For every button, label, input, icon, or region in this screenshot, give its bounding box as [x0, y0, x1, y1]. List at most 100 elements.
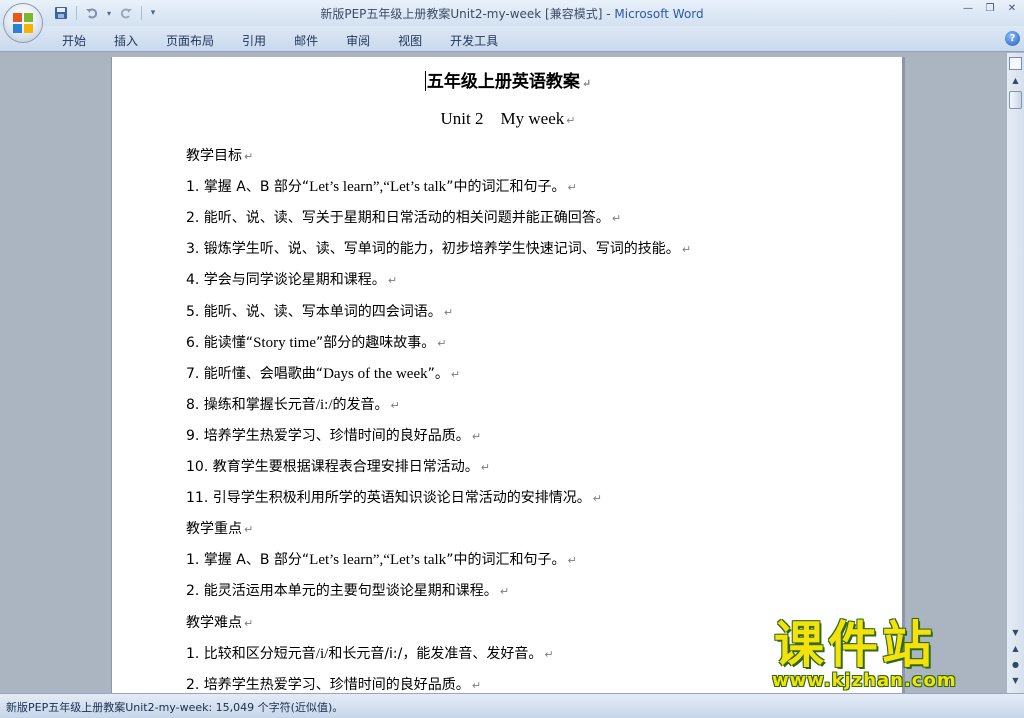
restore-icon[interactable]: ❐: [982, 2, 998, 16]
paragraph-mark-icon: ↵: [567, 181, 577, 194]
view-ruler-icon[interactable]: [1009, 57, 1022, 70]
line-text-pre: 3. 锻炼学生听、说、读、写单词的能力，初步培养学生快速记词、写词的技能。: [186, 241, 680, 257]
paragraph-mark-icon: ↵: [244, 150, 254, 163]
line-text-pre: 1. 掌握 A、B 部分“: [186, 552, 310, 568]
title-bar: ▾ ▾ 新版PEP五年级上册教案Unit2-my-week [兼容模式] - M…: [0, 0, 1024, 26]
line-text-pre: 5. 能听、说、读、写本单词的四会词语。: [186, 304, 442, 320]
line-text-en: /i/: [315, 646, 329, 662]
document-line: 9. 培养学生热爱学习、珍惜时间的良好品质。 ↵: [186, 425, 481, 445]
line-text-post: ”部分的趣味故事。: [315, 335, 436, 351]
document-line: 11. 引导学生积极利用所学的英语知识谈论日常活动的安排情况。 ↵: [186, 487, 602, 507]
line-text-pre: 10. 教育学生要根据课程表合理安排日常活动。: [186, 459, 479, 475]
line-text-pre: 4. 学会与同学谈论星期和课程。: [186, 272, 386, 288]
scroll-thumb[interactable]: [1009, 91, 1022, 109]
scroll-down-icon[interactable]: ▼: [1009, 627, 1022, 639]
app-name: Microsoft Word: [614, 7, 704, 21]
vertical-scrollbar[interactable]: ▲ ▼ ▲ ● ▼: [1006, 53, 1024, 693]
document-line: 2. 能听、说、读、写关于星期和日常活动的相关问题并能正确回答。 ↵: [186, 207, 621, 227]
office-logo-icon: [13, 13, 33, 33]
help-icon[interactable]: ?: [1005, 31, 1020, 46]
status-text: 新版PEP五年级上册教案Unit2-my-week: 15,049 个字符(近似…: [6, 701, 344, 714]
paragraph-mark-icon: ↵: [581, 77, 592, 90]
paragraph-mark-icon: ↵: [244, 523, 254, 536]
document-line: 教学重点 ↵: [186, 518, 253, 538]
paragraph-mark-icon: ↵: [566, 115, 576, 127]
document-line: 1. 掌握 A、B 部分“Let’s learn”,“Let’s talk”中的…: [186, 176, 577, 196]
document-line: 1. 掌握 A、B 部分“Let’s learn”,“Let’s talk”中的…: [186, 549, 577, 569]
paragraph-mark-icon: ↵: [592, 492, 602, 505]
line-text-en: Days of the week: [323, 366, 428, 382]
paragraph-mark-icon: ↵: [499, 585, 510, 598]
text-cursor: [424, 71, 426, 91]
ribbon-tabs: 开始 插入 页面布局 引用 邮件 审阅 视图 开发工具: [48, 30, 512, 51]
line-text-pre: 教学难点: [186, 615, 242, 631]
document-workspace: 五年级上册英语教案 ↵ Unit 2 My week ↵ 教学目标 ↵ 1. 掌握 A、…: [0, 53, 1006, 693]
line-text-pre: 1. 掌握 A、B 部分“: [186, 179, 310, 195]
line-text-post: ”中的词汇和句子。: [446, 552, 566, 568]
tab-page-layout[interactable]: 页面布局: [152, 30, 228, 51]
status-bar: 新版PEP五年级上册教案Unit2-my-week: 15,049 个字符(近似…: [0, 693, 1024, 718]
line-text-pre: 2. 培养学生热爱学习、珍惜时间的良好品质。: [186, 677, 470, 693]
paragraph-mark-icon: ↵: [544, 648, 554, 661]
document-name: 新版PEP五年级上册教案Unit2-my-week [兼容模式] -: [320, 7, 615, 21]
document-line: 6. 能读懂“Story time”部分的趣味故事。 ↵: [186, 332, 446, 352]
line-text-en: /i:/: [315, 397, 333, 413]
tab-mailings[interactable]: 邮件: [280, 30, 332, 51]
line-text-pre: 教学目标: [186, 148, 242, 164]
document-line: 8. 操练和掌握长元音/i:/的发音。 ↵: [186, 394, 400, 414]
line-text-en: Let’s learn”,“Let’s talk: [309, 552, 447, 568]
minimize-icon[interactable]: —: [960, 2, 976, 16]
watermark-logo: 课件站: [774, 616, 936, 674]
tab-home[interactable]: 开始: [48, 30, 100, 51]
line-text-post: 的发音。: [332, 397, 389, 413]
tab-view[interactable]: 视图: [384, 30, 436, 51]
document-line: 10. 教育学生要根据课程表合理安排日常活动。 ↵: [186, 456, 490, 476]
document-page[interactable]: 五年级上册英语教案 ↵ Unit 2 My week ↵ 教学目标 ↵ 1. 掌握 A、…: [111, 57, 903, 693]
line-text-post: 和长元音/i:/，能发准音、发好音。: [328, 646, 543, 662]
tab-references[interactable]: 引用: [228, 30, 280, 51]
paragraph-mark-icon: ↵: [437, 337, 447, 350]
line-text-pre: 2. 能听、说、读、写关于星期和日常活动的相关问题并能正确回答。: [186, 210, 610, 226]
tab-developer[interactable]: 开发工具: [436, 30, 512, 51]
close-icon[interactable]: ✕: [1004, 2, 1020, 16]
line-text-pre: 教学重点: [186, 521, 242, 537]
paragraph-mark-icon: ↵: [567, 554, 577, 567]
paragraph-mark-icon: ↵: [390, 399, 400, 412]
window-controls: — ❐ ✕: [960, 2, 1020, 16]
line-text-pre: 2. 能灵活运用本单元的主要句型谈论星期和课程。: [186, 583, 498, 599]
document-line: 5. 能听、说、读、写本单词的四会词语。 ↵: [186, 301, 453, 321]
line-text-pre: 7. 能听懂、会唱歌曲“: [186, 366, 324, 382]
paragraph-mark-icon: ↵: [611, 212, 622, 225]
document-line: 3. 锻炼学生听、说、读、写单词的能力，初步培养学生快速记词、写词的技能。 ↵: [186, 238, 691, 258]
document-line: 4. 学会与同学谈论星期和课程。 ↵: [186, 269, 397, 289]
document-title: 五年级上册英语教案 ↵: [424, 71, 592, 92]
document-subtitle: Unit 2 My week ↵: [440, 109, 576, 128]
paragraph-mark-icon: ↵: [480, 461, 490, 474]
document-line: 教学目标 ↵: [186, 145, 253, 165]
tab-insert[interactable]: 插入: [100, 30, 152, 51]
document-line: 2. 培养学生热爱学习、珍惜时间的良好品质。 ↵: [186, 674, 481, 693]
document-line: 1. 比较和区分短元音/i/和长元音/i:/，能发准音、发好音。 ↵: [186, 643, 554, 663]
document-line: 2. 能灵活运用本单元的主要句型谈论星期和课程。 ↵: [186, 580, 509, 600]
line-text-post: ”。: [427, 366, 449, 382]
line-text-post: ”中的词汇和句子。: [446, 179, 566, 195]
line-text-pre: 6. 能读懂“: [186, 335, 254, 351]
window-title: 新版PEP五年级上册教案Unit2-my-week [兼容模式] - Micro…: [0, 5, 1024, 22]
ribbon-tab-bar: 开始 插入 页面布局 引用 邮件 审阅 视图 开发工具 ?: [0, 26, 1024, 52]
line-text-en: Story time: [253, 335, 316, 351]
paragraph-mark-icon: ↵: [450, 368, 461, 381]
office-button[interactable]: [3, 3, 43, 43]
line-text-en: Let’s learn”,“Let’s talk: [309, 179, 447, 195]
line-text-pre: 11. 引导学生积极利用所学的英语知识谈论日常活动的安排情况。: [186, 490, 591, 506]
scroll-up-icon[interactable]: ▲: [1009, 75, 1022, 87]
document-line: 教学难点 ↵: [186, 612, 253, 632]
paragraph-mark-icon: ↵: [387, 274, 398, 287]
paragraph-mark-icon: ↵: [244, 617, 254, 630]
line-text-pre: 8. 操练和掌握长元音: [186, 397, 316, 413]
next-page-icon[interactable]: ▼: [1009, 675, 1022, 687]
tab-review[interactable]: 审阅: [332, 30, 384, 51]
previous-page-icon[interactable]: ▲: [1009, 643, 1022, 655]
document-line: 7. 能听懂、会唱歌曲“Days of the week”。 ↵: [186, 363, 460, 383]
paragraph-mark-icon: ↵: [681, 243, 692, 256]
select-browse-object-icon[interactable]: ●: [1009, 659, 1022, 671]
